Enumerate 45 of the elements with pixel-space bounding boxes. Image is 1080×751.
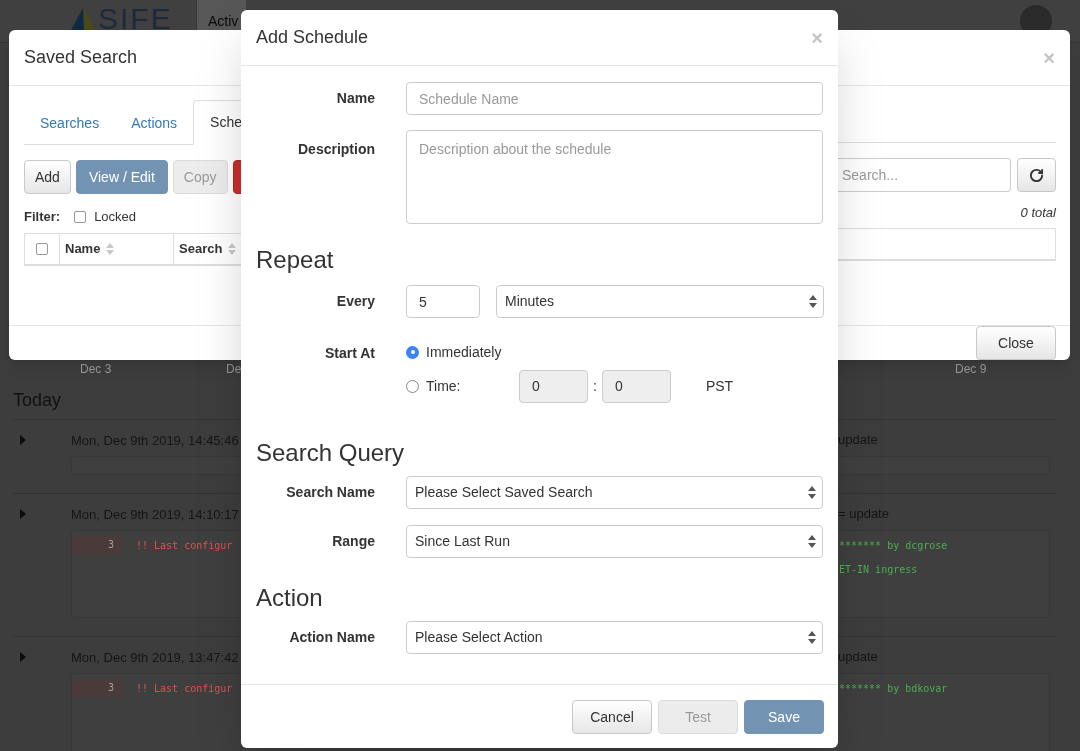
description-field[interactable]: Description about the schedule [406, 130, 823, 224]
radio-label: Immediately [426, 342, 503, 362]
checkbox-label: Locked [94, 208, 137, 226]
code-line: ******* by dcgrose [839, 538, 948, 553]
time-separator: : [593, 376, 597, 396]
dropdown-select[interactable]: Since Last Run [406, 525, 823, 558]
code-line: ET-IN ingress [839, 562, 918, 577]
code-line: !! Last configur [136, 538, 233, 553]
search-field[interactable]: Search... [838, 158, 1011, 192]
field-label: Search Name [285, 483, 375, 502]
tab[interactable]: Sche [193, 100, 241, 145]
timeline-label: Dec 3 [80, 361, 113, 374]
tab[interactable]: Searches [24, 102, 116, 145]
field-label: Name [335, 89, 375, 108]
toolbar-button[interactable]: Add [24, 160, 71, 194]
dropdown-select[interactable]: Please Select Action [406, 621, 823, 654]
dialog-title: Add Schedule [256, 26, 369, 49]
dialog-button[interactable]: Cancel [572, 700, 652, 734]
column-header[interactable]: Name [60, 233, 174, 264]
unit-select[interactable]: Minutes [496, 285, 824, 318]
interval-field[interactable]: 5 [406, 285, 480, 318]
timeline-label: Dec 9 [955, 361, 987, 374]
line-number: 3 [72, 679, 122, 697]
field-label: Every [335, 292, 375, 311]
section-heading: Repeat [256, 245, 335, 275]
dropdown-select[interactable]: Please Select Saved Search [406, 476, 823, 509]
code-line: ******* by bdkovar [839, 681, 948, 696]
tab[interactable]: Actions [115, 102, 194, 145]
line-number: 3 [72, 536, 122, 554]
close-dialog-button[interactable]: Close [976, 326, 1056, 360]
field-label: Description [297, 140, 375, 159]
column-header[interactable]: Search [174, 233, 241, 264]
radio-label: Time: [426, 376, 462, 396]
timeline-label: De [226, 361, 243, 374]
name-field[interactable]: Schedule Name [406, 82, 823, 115]
field-label: Start At [323, 344, 375, 363]
dialog-title: Saved Search [24, 46, 138, 69]
section-heading: Action [256, 583, 324, 613]
timezone-label: PST [705, 376, 734, 396]
filter-label: Filter: [24, 208, 61, 226]
code-line: !! Last configur [136, 681, 233, 696]
field-label: Range [331, 532, 375, 551]
field-label: Action Name [288, 628, 375, 647]
section-heading: Search Query [256, 438, 406, 468]
total-count: 0 total [1020, 204, 1056, 222]
